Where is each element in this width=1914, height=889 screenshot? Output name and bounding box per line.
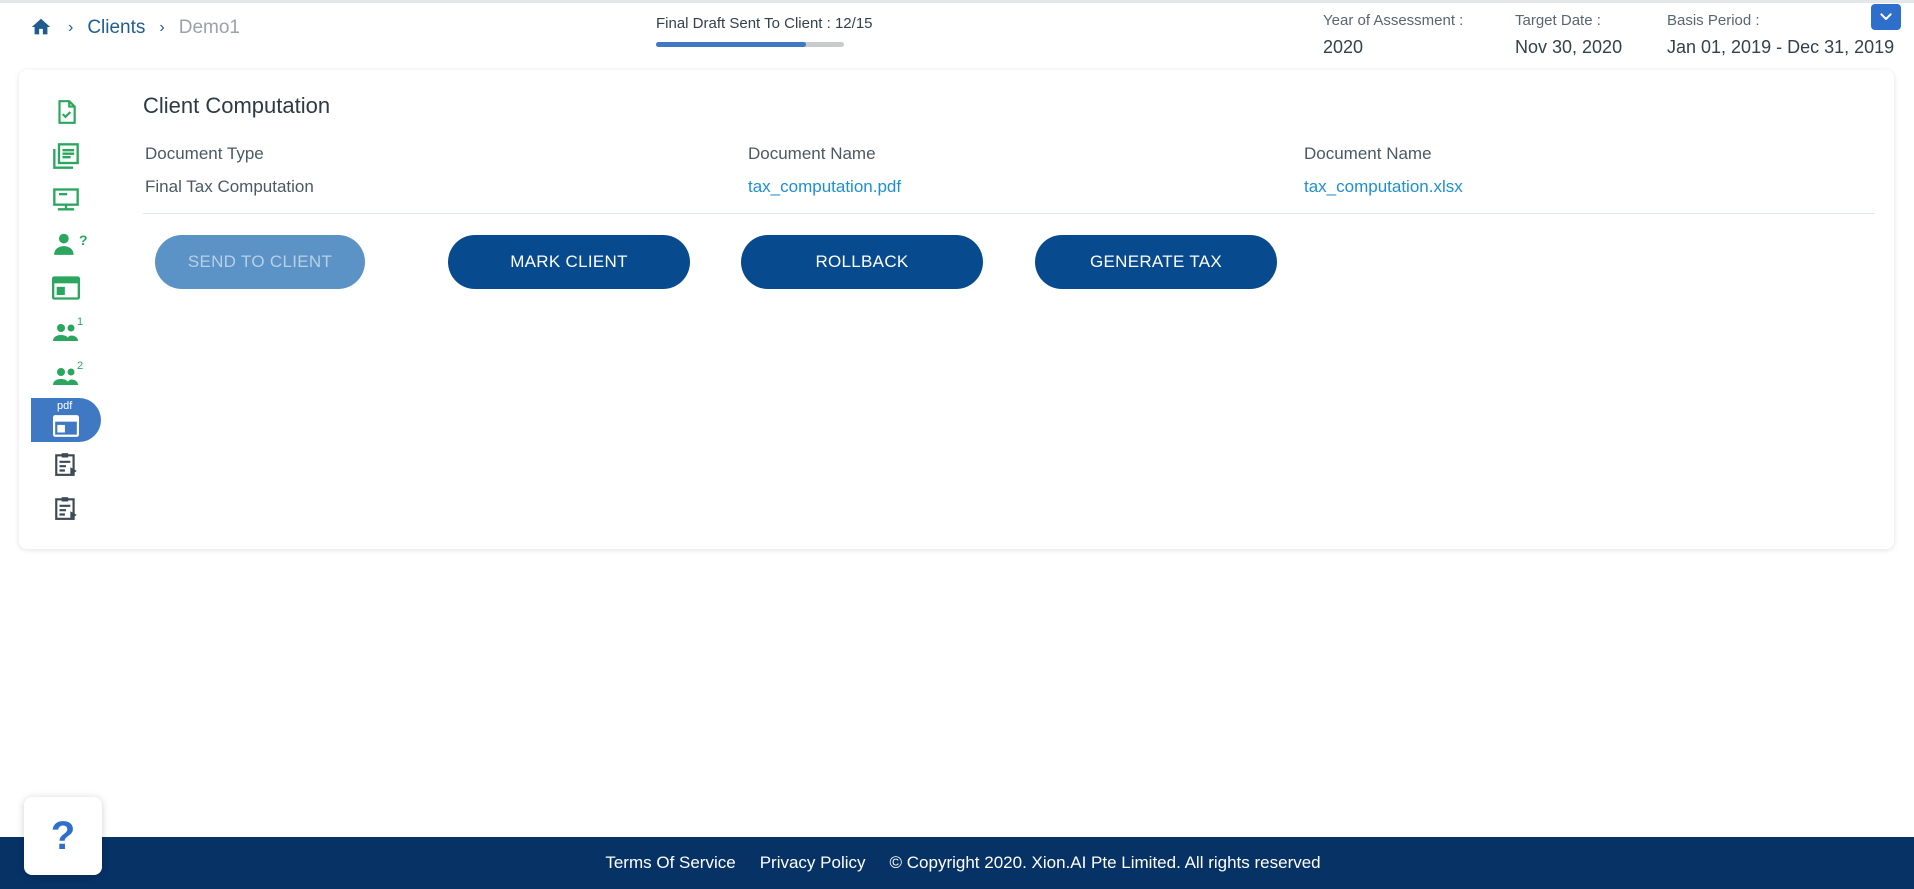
nav-item-pdf-computation[interactable]: pdf: [31, 398, 101, 442]
breadcrumb-clients[interactable]: Clients: [87, 17, 145, 39]
divider: [143, 213, 1875, 214]
nav-item-clipboard-2[interactable]: [31, 486, 101, 530]
year-of-assessment-value: 2020: [1323, 37, 1364, 57]
nav-item-document-check[interactable]: [31, 90, 101, 134]
computation-card: ? 1 2 pdf Client Computation Document Ty…: [19, 70, 1894, 549]
privacy-policy-link[interactable]: Privacy Policy: [760, 853, 866, 873]
rollback-button[interactable]: ROLLBACK: [741, 235, 983, 289]
nav-sup-2: 2: [77, 360, 84, 372]
footer: Terms Of Service Privacy Policy © Copyri…: [0, 837, 1914, 889]
pdf-document-link[interactable]: tax_computation.pdf: [748, 177, 901, 197]
mark-client-button[interactable]: MARK CLIENT: [448, 235, 690, 289]
users-icon: [53, 324, 78, 341]
nav-item-monitor[interactable]: [31, 178, 101, 222]
document-type-header: Document Type: [145, 144, 264, 163]
nav-item-users-2[interactable]: 2: [31, 354, 101, 398]
year-of-assessment-label: Year of Assessment :: [1323, 12, 1464, 29]
layout-icon: [52, 276, 80, 300]
document-name-pdf-column: Document Name tax_computation.pdf: [748, 144, 901, 197]
progress-track: [656, 42, 844, 47]
users-icon: [53, 368, 78, 385]
chevron-right-icon: ›: [159, 19, 165, 36]
generate-tax-button[interactable]: GENERATE TAX: [1035, 235, 1277, 289]
header: › Clients › Demo1 Final Draft Sent To Cl…: [0, 0, 1914, 66]
clipboard-play-icon: [55, 497, 77, 520]
pdf-layout-icon: [53, 415, 79, 437]
user-question-icon: [54, 233, 74, 255]
document-name-header: Document Name: [748, 144, 876, 163]
nav-pdf-tag: pdf: [57, 400, 73, 412]
document-list-icon: [53, 143, 79, 169]
monitor-icon: [53, 188, 79, 211]
document-name-header: Document Name: [1304, 144, 1432, 163]
side-nav: ? 1 2 pdf: [31, 90, 121, 530]
breadcrumb: › Clients › Demo1: [30, 14, 240, 42]
clipboard-play-icon: [55, 453, 77, 476]
breadcrumb-current: Demo1: [178, 17, 240, 38]
nav-item-document-list[interactable]: [31, 134, 101, 178]
progress-label: Final Draft Sent To Client : 12/15: [656, 15, 873, 32]
nav-item-clipboard-1[interactable]: [31, 442, 101, 486]
nav-sup-1: 1: [77, 316, 84, 328]
chevron-right-icon: ›: [68, 19, 74, 36]
basis-period-label: Basis Period :: [1667, 12, 1760, 29]
basis-period-value: Jan 01, 2019 - Dec 31, 2019: [1667, 37, 1895, 57]
document-type-column: Document Type Final Tax Computation: [145, 144, 314, 197]
copyright-text: © Copyright 2020. Xion.AI Pte Limited. A…: [889, 853, 1321, 872]
question-mark-icon: ?: [50, 813, 76, 858]
target-date-label: Target Date :: [1515, 12, 1601, 29]
help-button[interactable]: ?: [24, 797, 102, 875]
document-name-xlsx-column: Document Name tax_computation.xlsx: [1304, 144, 1463, 197]
document-type-value: Final Tax Computation: [145, 177, 314, 196]
terms-of-service-link[interactable]: Terms Of Service: [605, 853, 735, 873]
year-of-assessment: Year of Assessment : 2020: [1323, 12, 1463, 58]
basis-period: Basis Period : Jan 01, 2019 - Dec 31, 20…: [1667, 12, 1894, 58]
target-date-value: Nov 30, 2020: [1515, 37, 1623, 57]
nav-item-layout[interactable]: [31, 266, 101, 310]
collapse-header-button[interactable]: [1871, 4, 1901, 30]
document-check-icon: [58, 100, 76, 124]
progress-fill: [656, 42, 807, 47]
nav-item-users-1[interactable]: 1: [31, 310, 101, 354]
chevron-down-icon: [1880, 13, 1892, 20]
xlsx-document-link[interactable]: tax_computation.xlsx: [1304, 177, 1463, 197]
nav-sup-question: ?: [79, 232, 88, 248]
progress-indicator: Final Draft Sent To Client : 12/15: [656, 15, 896, 47]
page-title: Client Computation: [143, 93, 331, 118]
target-date: Target Date : Nov 30, 2020: [1515, 12, 1622, 58]
send-to-client-button[interactable]: SEND TO CLIENT: [155, 235, 365, 289]
nav-item-user-question[interactable]: ?: [31, 222, 101, 266]
home-icon[interactable]: [30, 16, 54, 40]
